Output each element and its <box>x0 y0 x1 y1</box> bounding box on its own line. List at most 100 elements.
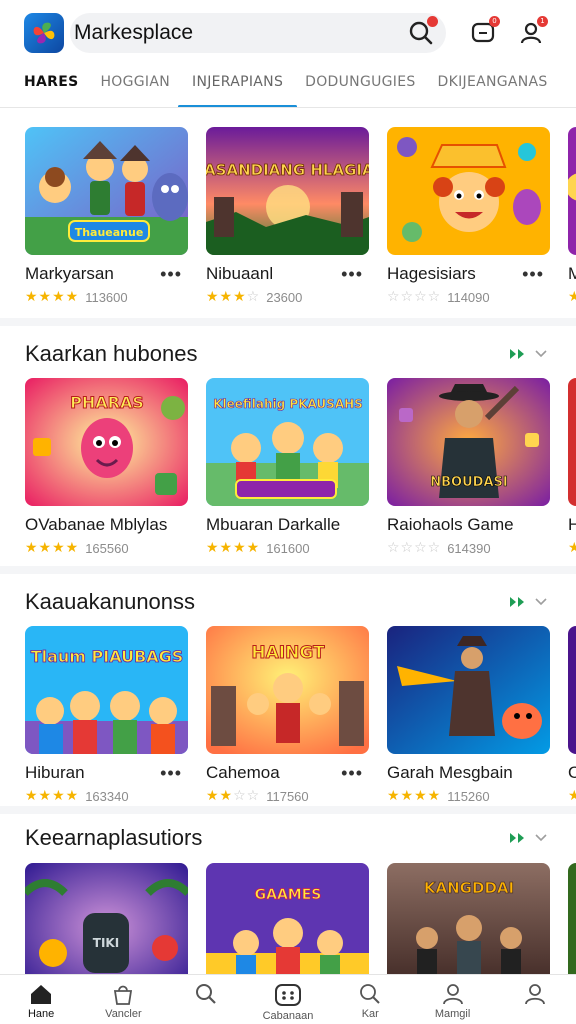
rating-count: 23600 <box>266 289 303 305</box>
game-thumbnail[interactable] <box>387 626 550 754</box>
nav-label: Vancler <box>105 1008 142 1020</box>
game-thumbnail[interactable]: DASANDIANG HLAGIAS <box>206 127 369 255</box>
star-rating: ★★★★ <box>25 540 80 556</box>
user-icon[interactable]: 1 <box>518 16 548 46</box>
game-thumbnail[interactable] <box>568 863 576 991</box>
game-card[interactable]: GAAMES <box>206 863 369 991</box>
game-thumbnail[interactable]: GAAMES <box>206 863 369 991</box>
nav-mamgil[interactable]: Mamgil <box>421 983 485 1020</box>
star-rating: ★★★☆ <box>206 289 261 305</box>
game-thumbnail[interactable] <box>387 127 550 255</box>
game-card[interactable]: Hagesisiars ••• ☆☆☆☆ 114090 <box>387 127 550 305</box>
nav-home[interactable]: Hane <box>9 983 73 1020</box>
game-row: Thaueanue Markyarsan ••• ★★★★ 113600 ASA… <box>0 127 576 305</box>
section-divider <box>0 318 576 326</box>
profile-badge: 1 <box>537 16 548 27</box>
section-expand-chevron-icon[interactable] <box>508 831 548 845</box>
more-options-icon[interactable]: ••• <box>341 764 369 782</box>
four-petal-logo-icon[interactable] <box>24 13 64 53</box>
magnifier-icon <box>360 984 380 1004</box>
thumbnail-title: Tlaum PIAUBAGS <box>31 647 184 666</box>
nav-kar[interactable]: Kar <box>338 983 402 1020</box>
game-card[interactable]: H ★ <box>568 378 576 556</box>
bag-icon <box>114 985 133 1005</box>
nav-label: Mamgil <box>434 1008 471 1020</box>
game-thumbnail[interactable] <box>568 626 576 754</box>
game-card[interactable]: Garah Mesgbain ★★★★ 115260 <box>387 626 550 804</box>
game-rating: ★ <box>568 289 576 305</box>
nav-label: Cabanaan <box>262 1010 314 1022</box>
game-card[interactable]: Kleefilahig PKAUSAHS Mbuaran Darkalle ★★… <box>206 378 369 556</box>
chat-badge: 0 <box>489 16 500 27</box>
more-options-icon[interactable]: ••• <box>160 764 188 782</box>
search-input[interactable] <box>74 21 408 45</box>
game-rating: ★★★★ 115260 <box>387 788 550 804</box>
game-card[interactable]: M ★ <box>568 127 576 305</box>
section-divider <box>0 566 576 574</box>
game-thumbnail[interactable]: Tlaum PIAUBAGS <box>25 626 188 754</box>
game-card[interactable]: O ★ <box>568 626 576 804</box>
game-title: Raiohaols Game <box>387 515 514 534</box>
game-card[interactable]: PHARAS OVabanae Mblylas ★★★★ 165560 <box>25 378 188 556</box>
game-card[interactable]: TIKI <box>25 863 188 991</box>
star-rating: ★ <box>568 788 576 804</box>
section-expand-chevron-icon[interactable] <box>508 595 548 609</box>
thumbnail-title: Thaueanue <box>75 226 144 239</box>
game-rating: ★★★★ 165560 <box>25 540 188 556</box>
game-thumbnail[interactable] <box>568 378 576 506</box>
game-title: H <box>568 515 576 534</box>
profile-icon <box>442 984 463 1005</box>
game-card[interactable]: HAINGT Cahemoa ••• ★★☆☆ 117560 <box>206 626 369 804</box>
chat-icon[interactable]: 0 <box>470 16 500 46</box>
game-thumbnail[interactable] <box>568 127 576 255</box>
section-expand-chevron-icon[interactable] <box>508 347 548 361</box>
game-card[interactable] <box>568 863 576 991</box>
star-rating: ☆☆☆☆ <box>387 289 442 305</box>
section-title: Keearnaplasutiors <box>25 825 203 850</box>
game-card[interactable]: Tlaum PIAUBAGS Hiburan ••• ★★★★ 163340 <box>25 626 188 804</box>
game-title: Cahemoa <box>206 763 280 782</box>
bottom-navigation: Hane Vancler Cabanaan Kar Mamgil <box>0 974 576 1024</box>
tab-injerapians[interactable]: INJERAPIANS <box>177 66 298 107</box>
game-title: Hagesisiars <box>387 264 476 283</box>
game-rating: ★★☆☆ 117560 <box>206 788 369 804</box>
game-title: Garah Mesgbain <box>387 763 513 782</box>
game-card[interactable]: DASANDIANG HLAGIAS Nibuaanl ••• ★★★☆ 236… <box>206 127 369 305</box>
more-options-icon[interactable]: ••• <box>522 265 550 283</box>
home-icon <box>31 985 52 1004</box>
game-thumbnail[interactable]: PHARAS <box>25 378 188 506</box>
nav-games[interactable]: Cabanaan <box>256 983 320 1022</box>
game-rating: ☆☆☆☆ 114090 <box>387 289 550 305</box>
tab-hoggian[interactable]: HOGGIAN <box>100 66 170 107</box>
game-rating: ☆☆☆☆ 614390 <box>387 540 550 556</box>
nav-account[interactable] <box>503 983 567 1008</box>
game-section: Kaauakanunonss Tlaum PIAUBAGS Hiburan ••… <box>0 582 576 804</box>
more-options-icon[interactable]: ••• <box>160 265 188 283</box>
game-row: TIKI GAAMES KANGDDAI <box>0 863 576 991</box>
more-options-icon[interactable]: ••• <box>341 265 369 283</box>
game-card[interactable]: NBOUDASI Raiohaols Game ☆☆☆☆ 614390 <box>387 378 550 556</box>
thumbnail-title: DASANDIANG HLAGIAS <box>206 161 369 179</box>
thumbnail-title: KANGDDAI <box>424 879 514 897</box>
tab-dodungugies[interactable]: DODUNGUGIES <box>305 66 415 107</box>
game-thumbnail[interactable]: Kleefilahig PKAUSAHS <box>206 378 369 506</box>
game-card[interactable]: KANGDDAI <box>387 863 550 991</box>
thumbnail-title: TIKI <box>93 936 119 950</box>
tab-hares[interactable]: HARES <box>24 66 78 107</box>
game-thumbnail[interactable]: TIKI <box>25 863 188 991</box>
rating-count: 163340 <box>85 788 129 804</box>
game-thumbnail[interactable]: NBOUDASI <box>387 378 550 506</box>
nav-search[interactable] <box>174 983 238 1008</box>
game-thumbnail[interactable]: KANGDDAI <box>387 863 550 991</box>
star-rating: ★★★★ <box>387 788 442 804</box>
search-icon[interactable] <box>408 16 438 46</box>
game-row: Tlaum PIAUBAGS Hiburan ••• ★★★★ 163340 H… <box>0 626 576 804</box>
tab-dkijeanganas[interactable]: DKIJEANGANAS <box>438 66 548 107</box>
game-thumbnail[interactable]: Thaueanue <box>25 127 188 255</box>
section-divider <box>0 806 576 814</box>
game-card[interactable]: Thaueanue Markyarsan ••• ★★★★ 113600 <box>25 127 188 305</box>
thumbnail-title: GAAMES <box>255 887 322 903</box>
nav-vancler[interactable]: Vancler <box>91 983 155 1020</box>
game-thumbnail[interactable]: HAINGT <box>206 626 369 754</box>
nav-label: Hane <box>27 1008 55 1020</box>
